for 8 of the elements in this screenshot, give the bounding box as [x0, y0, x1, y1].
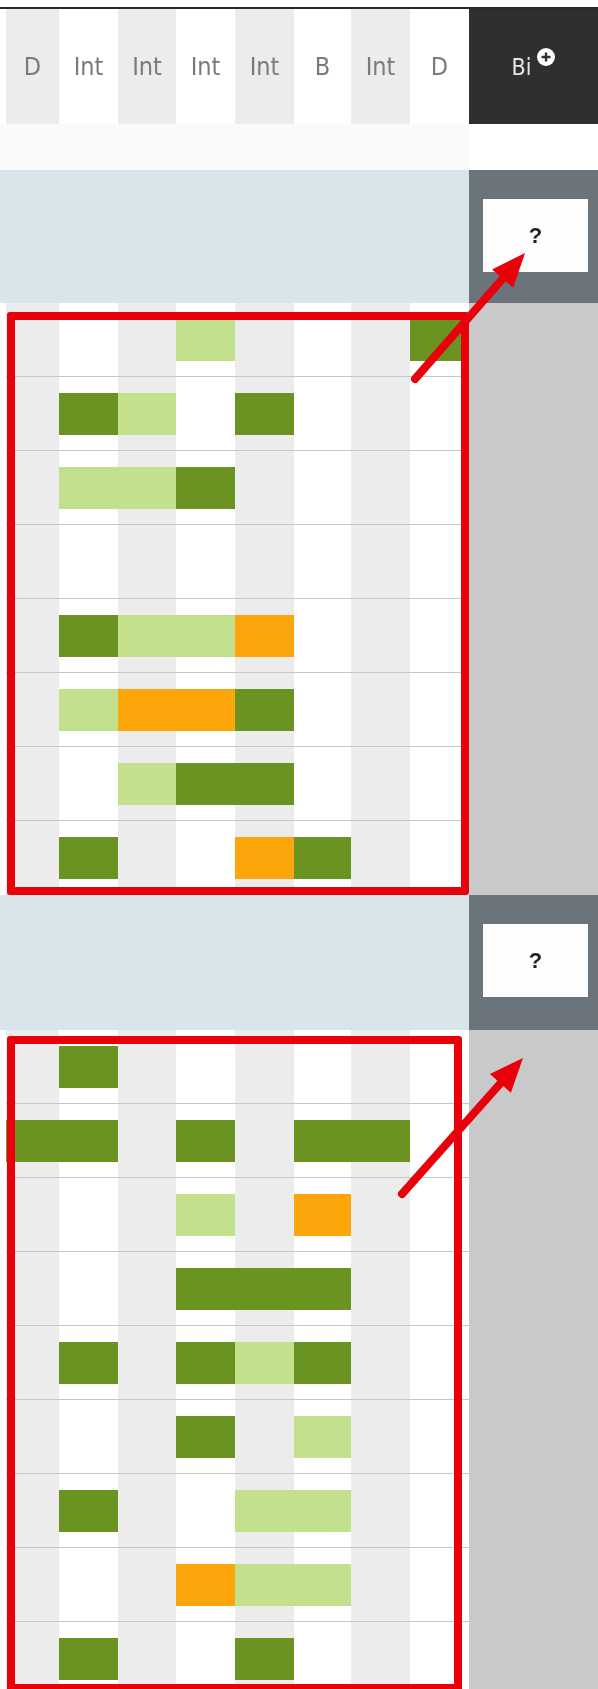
help-button[interactable]: ? — [483, 199, 588, 272]
column-header[interactable]: D — [6, 9, 59, 124]
column-header[interactable]: Int — [235, 9, 294, 124]
column-header[interactable]: Int — [118, 9, 176, 124]
column-header[interactable]: Bi — [511, 53, 532, 80]
add-icon[interactable] — [537, 47, 556, 66]
help-button[interactable]: ? — [483, 924, 588, 997]
column-header[interactable]: Int — [351, 9, 410, 124]
